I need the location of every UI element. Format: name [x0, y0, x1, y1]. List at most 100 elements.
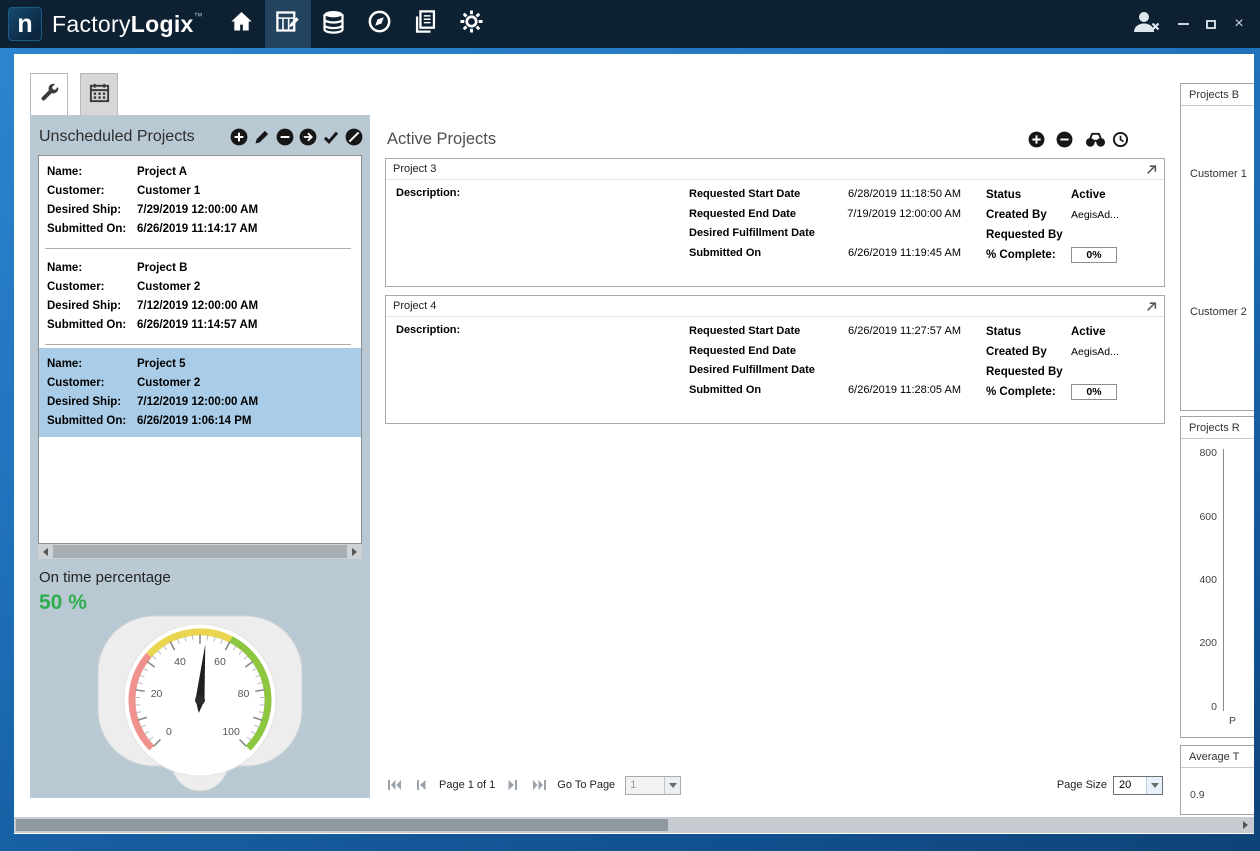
nav-materials-button[interactable]	[311, 0, 357, 48]
factorylogix-window: n FactoryLogix™	[0, 0, 1260, 851]
scroll-thumb[interactable]	[16, 819, 668, 831]
remove-project-button[interactable]	[1056, 131, 1074, 149]
scroll-left-arrow[interactable]	[38, 544, 53, 559]
y-axis-tick: 400	[1181, 574, 1217, 586]
projects-by-customer-panel: Projects B Customer 1 Customer 2	[1180, 83, 1254, 411]
next-page-button[interactable]	[505, 779, 521, 791]
find-button[interactable]	[1084, 131, 1102, 149]
page-size-combobox[interactable]: 20	[1113, 776, 1163, 795]
cancel-button[interactable]	[345, 128, 363, 146]
list-item-project-5-selected[interactable]: Name:Project 5 Customer:Customer 2 Desir…	[39, 348, 361, 437]
list-item-project-a[interactable]: Name:Project A Customer:Customer 1 Desir…	[39, 156, 361, 245]
user-logout-button[interactable]	[1130, 9, 1162, 40]
nav-home-button[interactable]	[219, 0, 265, 48]
clock-icon	[1112, 135, 1129, 152]
page-size-value: 20	[1114, 777, 1146, 794]
goto-page-label: Go To Page	[557, 779, 615, 791]
user-logout-icon	[1130, 22, 1162, 39]
production-icon	[366, 8, 393, 40]
status-badge: Active	[1071, 189, 1106, 201]
on-time-label: On time percentage	[39, 569, 171, 586]
project-card-header: Project 3	[386, 159, 1164, 180]
legend-item: Customer 1	[1190, 168, 1247, 180]
average-panel: Average T 0.9	[1180, 745, 1254, 815]
nav-scheduling-button[interactable]	[265, 0, 311, 48]
project-name: Project 4	[393, 300, 436, 312]
percent-complete-box: 0%	[1071, 247, 1117, 263]
project-card-body: Description: Requested Start Date6/28/20…	[386, 180, 1164, 286]
last-page-button[interactable]	[531, 779, 547, 791]
main-horizontal-scrollbar	[14, 817, 1254, 833]
on-time-value: 50 %	[39, 591, 87, 615]
previous-page-button[interactable]	[413, 779, 429, 791]
window-controls: ×	[1130, 9, 1260, 40]
y-axis-tick: 200	[1181, 637, 1217, 649]
minimize-icon	[1178, 23, 1189, 25]
page-indicator: Page 1 of 1	[439, 779, 495, 791]
accept-button[interactable]	[322, 128, 340, 146]
titlebar: n FactoryLogix™	[0, 0, 1260, 48]
add-project-button[interactable]	[1028, 131, 1046, 149]
pagination-bar: Page 1 of 1 Go To Page Page Size 20	[387, 774, 1165, 796]
activate-button[interactable]	[299, 128, 317, 146]
binoculars-icon	[1084, 135, 1107, 152]
list-horizontal-scrollbar	[38, 544, 362, 559]
svg-text:40: 40	[174, 656, 186, 668]
y-axis-line	[1223, 449, 1224, 711]
project-meta: StatusActive Created ByAegisAd... Reques…	[986, 322, 1158, 402]
active-projects-toolbar	[1028, 131, 1130, 149]
content-area: Unscheduled Projects Name:Project A Cust…	[14, 54, 1254, 834]
scroll-right-arrow[interactable]	[1238, 818, 1252, 832]
maximize-button[interactable]	[1204, 17, 1218, 31]
calendar-icon	[88, 81, 111, 109]
status-badge: Active	[1071, 326, 1106, 338]
page-size-label: Page Size	[1057, 779, 1107, 791]
expand-button[interactable]	[1146, 301, 1157, 312]
list-divider	[45, 248, 351, 249]
history-button[interactable]	[1112, 131, 1130, 149]
chevron-down-icon	[1146, 777, 1162, 794]
y-axis-tick: 800	[1181, 447, 1217, 459]
minimize-button[interactable]	[1176, 17, 1190, 31]
list-divider	[45, 344, 351, 345]
on-time-gauge: 020406080100	[85, 608, 315, 803]
chevron-down-icon	[664, 777, 680, 794]
brand: FactoryLogix™	[52, 11, 203, 38]
project-card-4: Project 4 Description: Requested Start D…	[385, 295, 1165, 424]
scroll-thumb[interactable]	[53, 545, 347, 558]
unscheduled-panel: Unscheduled Projects Name:Project A Cust…	[30, 115, 370, 798]
goto-page-combobox[interactable]	[625, 776, 681, 795]
close-button[interactable]: ×	[1232, 17, 1246, 31]
nav-documents-button[interactable]	[403, 0, 449, 48]
x-axis-label: P	[1229, 715, 1236, 727]
scroll-right-arrow[interactable]	[347, 544, 362, 559]
edit-button[interactable]	[253, 128, 271, 146]
materials-icon	[320, 8, 347, 40]
unscheduled-toolbar	[230, 128, 363, 146]
y-axis-tick: 0.9	[1190, 789, 1205, 801]
add-button[interactable]	[230, 128, 248, 146]
project-meta: StatusActive Created ByAegisAd... Reques…	[986, 185, 1158, 265]
app-logo: n	[8, 7, 42, 41]
goto-page-input[interactable]	[626, 777, 664, 794]
unscheduled-title: Unscheduled Projects	[39, 128, 195, 146]
nav-production-button[interactable]	[357, 0, 403, 48]
tab-tools[interactable]	[30, 73, 68, 115]
expand-button[interactable]	[1146, 164, 1157, 175]
tab-scheduling-calendar[interactable]	[80, 73, 118, 115]
page-size-group: Page Size 20	[1057, 776, 1165, 795]
y-axis-tick: 600	[1181, 511, 1217, 523]
nav-settings-button[interactable]	[449, 0, 495, 48]
project-fields: Requested Start Date6/28/2019 11:18:50 A…	[689, 185, 961, 263]
unscheduled-project-list: Name:Project A Customer:Customer 1 Desir…	[38, 155, 362, 544]
list-item-project-b[interactable]: Name:Project B Customer:Customer 2 Desir…	[39, 252, 361, 341]
first-page-button[interactable]	[387, 779, 403, 791]
documents-icon	[412, 8, 439, 40]
legend-item: Customer 2	[1190, 306, 1247, 318]
active-projects-panel: Active Projects Project 3 Description: R…	[385, 124, 1165, 798]
logo-letter: n	[17, 10, 32, 39]
remove-button[interactable]	[276, 128, 294, 146]
svg-text:60: 60	[214, 656, 226, 668]
svg-text:100: 100	[222, 726, 240, 738]
description-label: Description:	[396, 187, 460, 199]
